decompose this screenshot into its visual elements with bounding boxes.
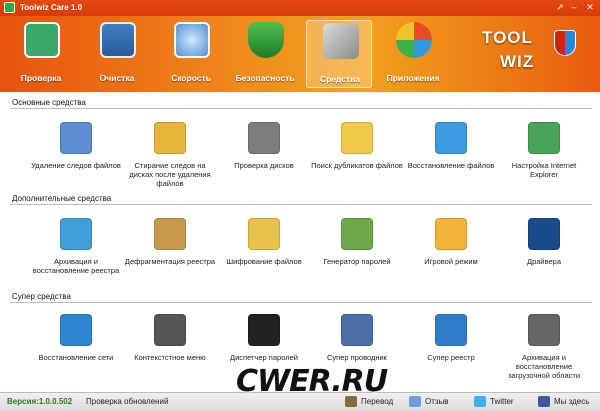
logo-line-2: WIZ	[500, 52, 535, 71]
tool-item[interactable]: Супер проводник	[311, 314, 403, 362]
tool-item[interactable]: Супер реестр	[405, 314, 497, 362]
tab-apps-label: Приложения	[386, 73, 440, 83]
minimize-button[interactable]: –	[566, 1, 582, 13]
tool-item[interactable]: Игровой режим	[405, 218, 497, 266]
tool-item[interactable]: Восстановление сети	[30, 314, 122, 362]
tool-item-label: Игровой режим	[424, 257, 478, 266]
super-registry-icon	[435, 314, 467, 346]
tool-item-label: Диспетчер паролей	[230, 353, 298, 362]
tool-item-label: Контекстстное меню	[134, 353, 206, 362]
section-title-basic: Основные средства	[12, 98, 86, 107]
security-shield-icon	[248, 22, 284, 58]
section-title-extra: Дополнительные средства	[12, 194, 112, 203]
tool-item[interactable]: Стирание следов на дисках после удаления…	[124, 122, 216, 188]
tool-item-label: Шифрование файлов	[226, 257, 302, 266]
window-title: Toolwiz Care 1.0	[20, 3, 83, 12]
disk-wipe-icon	[154, 122, 186, 154]
tool-item[interactable]: Диспетчер паролей	[218, 314, 310, 362]
tool-item[interactable]: Поиск дубликатов файлов	[311, 122, 403, 170]
feedback-link[interactable]: Отзыв	[425, 397, 449, 406]
tool-item[interactable]: Архивация и восстановление реестра	[30, 218, 122, 275]
super-explorer-icon	[341, 314, 373, 346]
file-shredder-icon	[60, 122, 92, 154]
password-generator-icon	[341, 218, 373, 250]
title-bar: Toolwiz Care 1.0 ↗ – ✕	[0, 0, 600, 16]
tool-item-label: Дефрагментация реестра	[124, 257, 216, 266]
speed-gauge-icon	[174, 22, 210, 58]
check-updates-link[interactable]: Проверка обновлений	[86, 397, 169, 406]
tool-item[interactable]: Архивация и восстановление загрузочной о…	[498, 314, 590, 380]
tools-panel: Основные средства Удаление следов файлов…	[0, 92, 600, 392]
tool-item-label: Супер реестр	[427, 353, 475, 362]
tools-icon	[323, 23, 359, 59]
tool-item-label: Восстановление сети	[38, 353, 114, 362]
facebook-icon	[538, 396, 550, 407]
disk-check-icon	[248, 122, 280, 154]
tool-item-label: Проверка дисков	[234, 161, 294, 170]
tool-item-label: Стирание следов на дисках после удаления…	[129, 161, 211, 188]
network-repair-icon	[60, 314, 92, 346]
tool-item[interactable]: Контекстстное меню	[124, 314, 216, 362]
boot-backup-icon	[528, 314, 560, 346]
section-divider	[10, 302, 592, 303]
ie-settings-icon	[528, 122, 560, 154]
tool-item-label: Драйвера	[526, 257, 562, 266]
tab-check[interactable]: Проверка	[8, 20, 74, 88]
tool-item[interactable]: Генератор паролей	[311, 218, 403, 266]
tool-item[interactable]: Шифрование файлов	[218, 218, 310, 266]
cwer-watermark: CWER.RU	[236, 364, 388, 399]
password-manager-icon	[248, 314, 280, 346]
tool-item-label: Генератор паролей	[323, 257, 391, 266]
tab-tools-label: Средства	[319, 74, 361, 84]
toolwiz-logo: TOOL WIZ	[482, 28, 588, 84]
tool-item-label: Поиск дубликатов файлов	[311, 161, 403, 170]
tool-item-label: Архивация и восстановление реестра	[32, 257, 120, 275]
logo-shield-icon	[554, 30, 576, 56]
cleanup-icon	[100, 22, 136, 58]
tab-security[interactable]: Безопасность	[232, 20, 298, 88]
twitter-link[interactable]: Twitter	[490, 397, 514, 406]
app-shield-icon	[4, 2, 15, 13]
registry-backup-icon	[60, 218, 92, 250]
tool-item[interactable]: Восстановление файлов	[405, 122, 497, 170]
tool-item[interactable]: Проверка дисков	[218, 122, 310, 170]
section-divider	[10, 108, 592, 109]
feedback-envelope-icon	[409, 396, 421, 407]
tool-item-label: Настройка Internet Explorer	[511, 161, 577, 179]
tool-item[interactable]: Настройка Internet Explorer	[498, 122, 590, 179]
facebook-link[interactable]: Мы здесь	[554, 397, 589, 406]
tool-item-label: Восстановление файлов	[407, 161, 495, 170]
drivers-icon	[528, 218, 560, 250]
tab-apps[interactable]: Приложения	[380, 20, 446, 88]
tab-speed[interactable]: Скорость	[158, 20, 224, 88]
tab-cleanup[interactable]: Очистка	[84, 20, 150, 88]
tool-item-label: Архивация и восстановление загрузочной о…	[507, 353, 581, 380]
tab-speed-label: Скорость	[171, 73, 211, 83]
health-check-icon	[24, 22, 60, 58]
file-encryption-icon	[248, 218, 280, 250]
tab-cleanup-label: Очистка	[99, 73, 135, 83]
twitter-icon	[474, 396, 486, 407]
duplicate-files-icon	[341, 122, 373, 154]
tool-item[interactable]: Дефрагментация реестра	[124, 218, 216, 266]
registry-defrag-icon	[154, 218, 186, 250]
tool-item[interactable]: Удаление следов файлов	[30, 122, 122, 170]
file-recovery-icon	[435, 122, 467, 154]
context-menu-icon	[154, 314, 186, 346]
tab-tools[interactable]: Средства	[306, 20, 372, 88]
tool-item-label: Удаление следов файлов	[31, 161, 121, 170]
section-divider	[10, 204, 592, 205]
apps-icon	[396, 22, 432, 58]
version-label: Версия:1.0.0.502	[7, 397, 73, 406]
logo-line-1: TOOL	[482, 28, 533, 47]
main-toolbar: Проверка Очистка Скорость Безопасность С…	[0, 16, 600, 92]
tool-item[interactable]: Драйвера	[498, 218, 590, 266]
game-mode-icon	[435, 218, 467, 250]
tool-item-label: Супер проводник	[327, 353, 387, 362]
tab-check-label: Проверка	[20, 73, 62, 83]
tab-security-label: Безопасность	[235, 73, 295, 83]
close-button[interactable]: ✕	[582, 1, 598, 13]
section-title-super: Супер средства	[12, 292, 71, 301]
